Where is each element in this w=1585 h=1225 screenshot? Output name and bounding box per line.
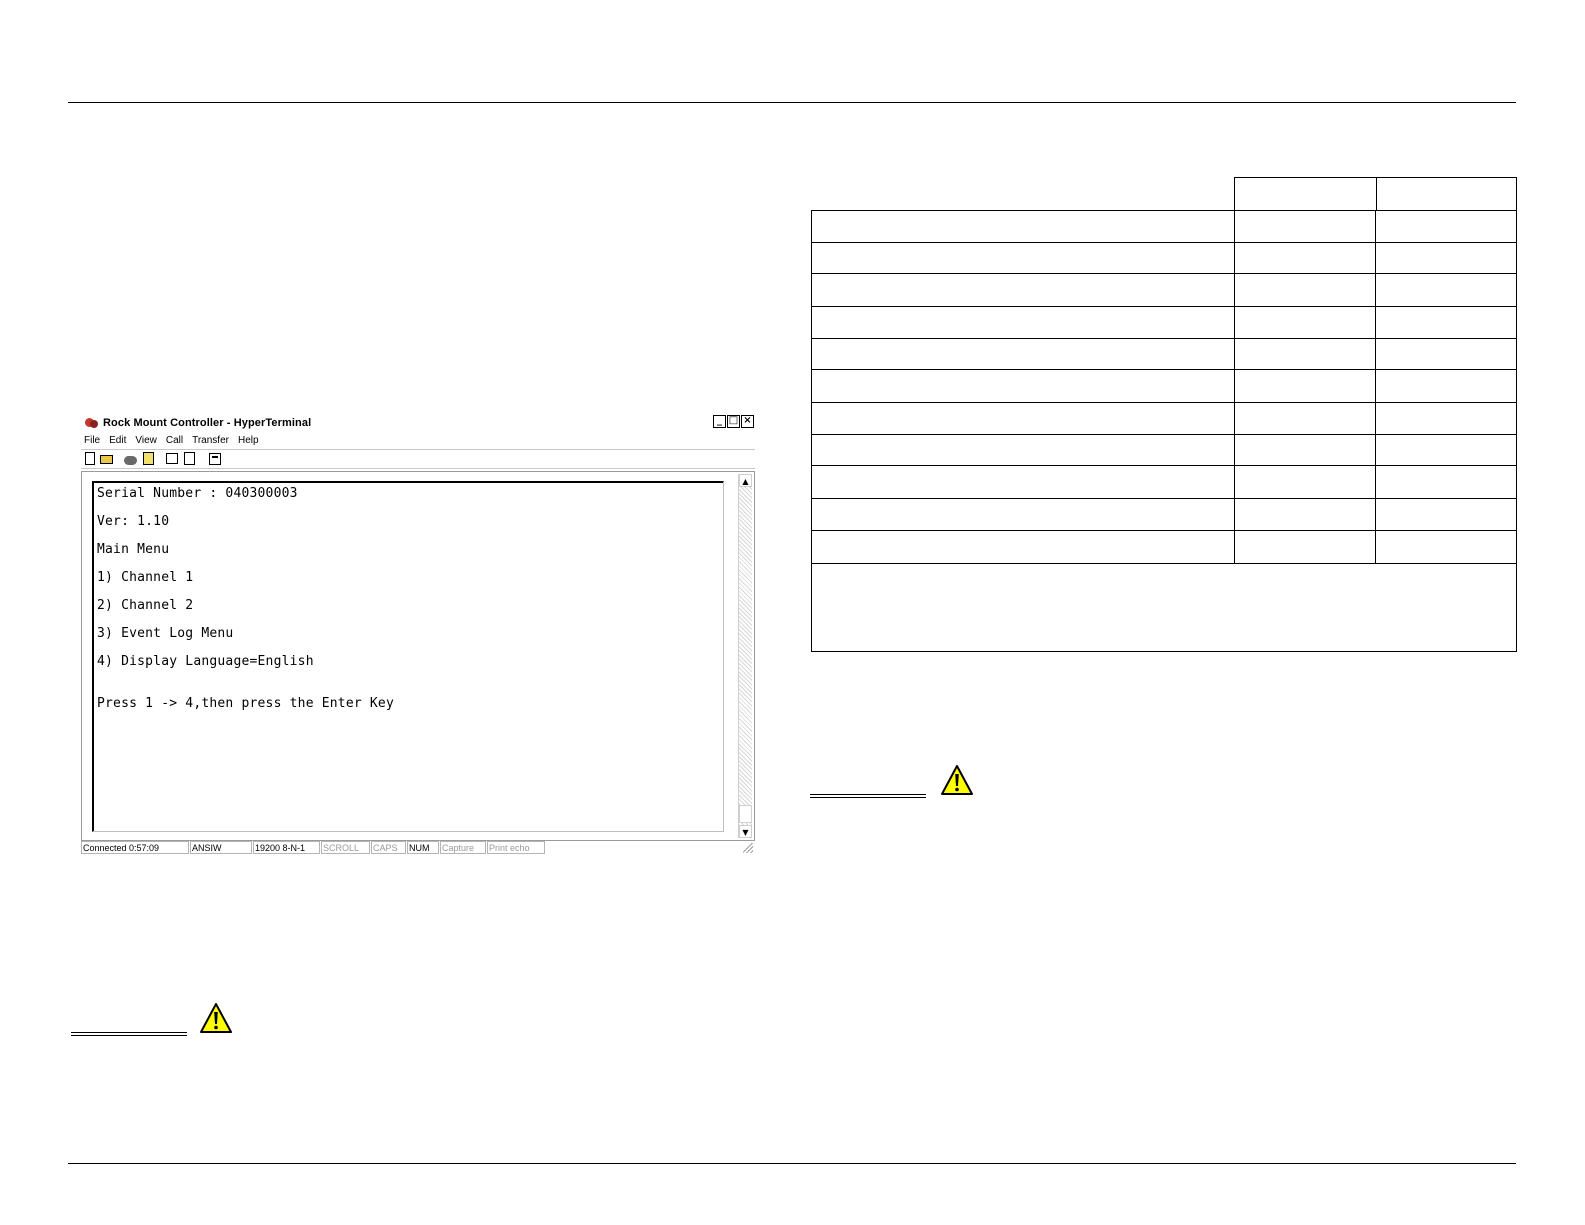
terminal-line: 1) Channel 1 bbox=[97, 570, 194, 585]
table-row bbox=[812, 403, 1516, 435]
close-button[interactable]: × bbox=[741, 415, 754, 428]
send-icon[interactable] bbox=[165, 452, 180, 466]
table-row bbox=[812, 211, 1516, 243]
open-folder-icon[interactable] bbox=[99, 452, 114, 466]
menu-file[interactable]: File bbox=[84, 433, 100, 448]
terminal-line: 4) Display Language=English bbox=[97, 654, 314, 669]
hyperterminal-app-icon bbox=[85, 416, 99, 430]
caution-underline bbox=[71, 1032, 187, 1036]
table-note-row bbox=[812, 564, 1516, 651]
window-title: Rock Mount Controller - HyperTerminal bbox=[103, 416, 312, 429]
table-row bbox=[812, 499, 1516, 531]
disconnect-icon[interactable] bbox=[141, 452, 156, 466]
receive-icon[interactable] bbox=[182, 452, 197, 466]
scroll-down-icon[interactable]: ▼ bbox=[739, 825, 752, 838]
menu-view[interactable]: View bbox=[135, 433, 157, 448]
title-bar[interactable]: Rock Mount Controller - HyperTerminal _ … bbox=[81, 413, 755, 432]
caution-marker-right bbox=[810, 764, 980, 804]
table-row bbox=[812, 531, 1516, 564]
menu-help[interactable]: Help bbox=[238, 433, 259, 448]
header-rule bbox=[68, 102, 1516, 103]
resize-grip-icon[interactable] bbox=[743, 843, 753, 853]
connect-icon[interactable] bbox=[123, 452, 138, 466]
status-caps: CAPS bbox=[371, 841, 406, 854]
scroll-thumb[interactable] bbox=[739, 805, 752, 823]
table-row bbox=[812, 274, 1516, 307]
properties-icon[interactable] bbox=[208, 452, 223, 466]
hyperterminal-window: Rock Mount Controller - HyperTerminal _ … bbox=[81, 413, 755, 866]
status-capture: Capture bbox=[440, 841, 486, 854]
status-print-echo: Print echo bbox=[487, 841, 545, 854]
menu-bar: File Edit View Call Transfer Help bbox=[84, 433, 259, 448]
status-bar: Connected 0:57:09 ANSIW 19200 8-N-1 SCRO… bbox=[81, 840, 755, 857]
table-row bbox=[812, 435, 1516, 466]
terminal-line: Main Menu bbox=[97, 542, 170, 557]
table-row bbox=[812, 339, 1516, 370]
scroll-up-icon[interactable]: ▲ bbox=[739, 474, 752, 487]
table-row bbox=[812, 243, 1516, 274]
table-row bbox=[812, 466, 1516, 499]
minimize-button[interactable]: _ bbox=[713, 415, 726, 428]
new-document-icon[interactable] bbox=[83, 452, 98, 466]
table-row bbox=[812, 307, 1516, 339]
menu-call[interactable]: Call bbox=[166, 433, 183, 448]
table-header bbox=[1234, 177, 1517, 211]
status-scroll: SCROLL bbox=[321, 841, 370, 854]
vertical-scrollbar[interactable]: ▲ ▼ bbox=[738, 474, 752, 838]
maximize-button[interactable]: □ bbox=[727, 415, 740, 428]
caution-marker-left bbox=[71, 1002, 241, 1042]
footer-rule bbox=[68, 1163, 1516, 1164]
toolbar bbox=[81, 449, 755, 469]
menu-edit[interactable]: Edit bbox=[109, 433, 126, 448]
menu-transfer[interactable]: Transfer bbox=[192, 433, 229, 448]
status-connected: Connected 0:57:09 bbox=[81, 841, 189, 854]
status-emulation: ANSIW bbox=[190, 841, 252, 854]
terminal-line: 2) Channel 2 bbox=[97, 598, 194, 613]
table-body bbox=[811, 210, 1517, 652]
caution-underline bbox=[810, 794, 926, 798]
table-row bbox=[812, 370, 1516, 403]
terminal-line: Ver: 1.10 bbox=[97, 514, 170, 529]
status-num: NUM bbox=[407, 841, 439, 854]
warning-triangle-icon bbox=[941, 765, 973, 795]
terminal-area: Serial Number : 040300003 Ver: 1.10 Main… bbox=[81, 471, 755, 841]
terminal-line: 3) Event Log Menu bbox=[97, 626, 234, 641]
terminal-line: Serial Number : 040300003 bbox=[97, 486, 298, 501]
warning-triangle-icon bbox=[200, 1003, 232, 1033]
status-port-settings: 19200 8-N-1 bbox=[253, 841, 320, 854]
terminal-screen[interactable]: Serial Number : 040300003 Ver: 1.10 Main… bbox=[92, 481, 724, 832]
terminal-line: Press 1 -> 4,then press the Enter Key bbox=[97, 696, 394, 711]
